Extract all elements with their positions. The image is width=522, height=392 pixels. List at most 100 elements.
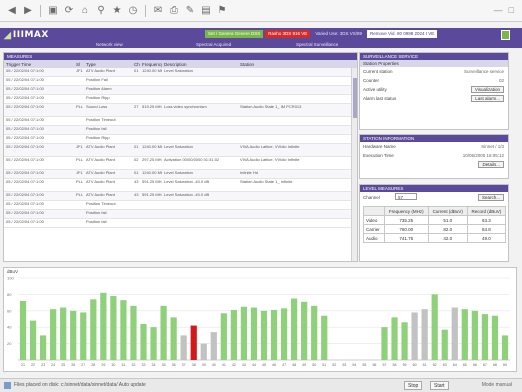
nav-network-view[interactable]: Network view: [96, 42, 123, 47]
bar-ch-43[interactable]: [240, 306, 248, 360]
event-row[interactable]: 05 / 22/02/04 07:1:00 JF1 ATV Audio Plant 0…: [4, 144, 357, 157]
bar-ch-62[interactable]: [431, 294, 438, 360]
bar-ch-26[interactable]: [70, 310, 77, 360]
bar-ch-58[interactable]: [391, 317, 398, 360]
details-button[interactable]: Details...: [478, 161, 504, 168]
bar-ch-21[interactable]: [19, 300, 27, 360]
events-scrollbar[interactable]: [351, 68, 357, 261]
bar-ch-64[interactable]: [451, 307, 458, 360]
event-row[interactable]: 05 / 22/02/04 07:1:00 PLL Sound Loss 27 519.…: [4, 104, 357, 117]
bar-ch-48[interactable]: [291, 298, 298, 361]
search-icon[interactable]: ⚲: [95, 5, 107, 17]
event-row[interactable]: 05 / 22/02/04 07:1:00 Position Fail: [4, 77, 357, 86]
bar-ch-23[interactable]: [39, 335, 47, 360]
bar-ch-22[interactable]: [29, 320, 37, 360]
station-info-title: STATION INFORMATION: [360, 135, 508, 142]
col-frequency[interactable]: Frequency: [140, 62, 162, 67]
nav-spectral-surveillance[interactable]: Spectral Surveillance: [296, 42, 338, 47]
bar-ch-27[interactable]: [80, 312, 87, 360]
favorites-icon[interactable]: ★: [111, 5, 123, 17]
bar-ch-67[interactable]: [481, 314, 489, 360]
bar-ch-60[interactable]: [411, 312, 418, 360]
event-row[interactable]: 05 / 22/02/04 07:1:00 Position fail: [4, 210, 357, 219]
bar-ch-42[interactable]: [230, 309, 237, 360]
event-cell: 05 / 22/02/04 07:1:00: [6, 77, 44, 82]
bar-ch-68[interactable]: [491, 315, 499, 360]
discuss-icon[interactable]: ▤: [200, 5, 212, 17]
bar-ch-47[interactable]: [280, 308, 288, 360]
bar-ch-51[interactable]: [321, 315, 328, 360]
minimize-icon[interactable]: —: [494, 5, 503, 15]
bar-ch-33[interactable]: [140, 323, 147, 360]
bar-ch-30[interactable]: [110, 296, 117, 360]
x-tick-label: 29: [101, 363, 105, 367]
bar-ch-63[interactable]: [441, 329, 448, 360]
event-row[interactable]: 05 / 22/02/04 07:1:00 JF1 ATV Audio Plant 0…: [4, 68, 357, 77]
home-icon[interactable]: ⌂: [79, 5, 91, 17]
x-tick-label: 28: [91, 363, 95, 367]
bar-ch-61[interactable]: [421, 309, 428, 360]
bar-ch-69[interactable]: [501, 335, 509, 360]
y-tick-label: 20: [7, 341, 12, 346]
col-type[interactable]: Type: [84, 62, 132, 67]
bar-ch-66[interactable]: [471, 310, 478, 360]
event-row[interactable]: 05 / 22/02/04 07:1:00 JF1 ATV Audio Plant 0…: [4, 170, 357, 179]
event-row[interactable]: 05 / 22/02/04 07:1:00 PLL ATV Audio Plant 4…: [4, 192, 357, 201]
bar-ch-49[interactable]: [301, 301, 308, 360]
event-row[interactable]: 05 / 22/02/04 07:1:00 Position Ripp: [4, 135, 357, 144]
refresh-icon[interactable]: ⟳: [63, 5, 75, 17]
event-row[interactable]: 05 / 22/02/04 07:1:00 Position Ripp: [4, 95, 357, 104]
stop-button[interactable]: Stop: [404, 381, 423, 390]
bar-ch-32[interactable]: [130, 305, 137, 360]
mail-icon[interactable]: ✉: [152, 5, 164, 17]
edit-icon[interactable]: ✎: [184, 5, 196, 17]
bar-ch-44[interactable]: [250, 307, 258, 360]
bar-ch-37[interactable]: [180, 335, 187, 360]
bar-ch-40[interactable]: [210, 332, 217, 360]
back-icon[interactable]: ◀: [6, 5, 18, 17]
bar-ch-57[interactable]: [381, 327, 388, 360]
visualization-button[interactable]: Visualization: [470, 86, 504, 93]
search-button[interactable]: Search...: [477, 194, 504, 201]
bar-ch-29[interactable]: [100, 292, 107, 360]
messenger-icon[interactable]: ⚑: [216, 5, 228, 17]
event-row[interactable]: 05 / 22/02/04 07:1:00 Position Timeout: [4, 117, 357, 126]
bar-ch-38[interactable]: [190, 325, 197, 360]
forward-icon[interactable]: ▶: [22, 5, 34, 17]
bar-ch-25[interactable]: [60, 307, 67, 360]
print-icon[interactable]: ⎙: [168, 5, 180, 17]
col-trigger-time[interactable]: Trigger Time: [4, 62, 74, 67]
channel-input[interactable]: 57: [395, 193, 418, 200]
event-row[interactable]: 05 / 22/02/04 07:1:00 PLL ATV Audio Plant 4…: [4, 179, 357, 192]
col-ch[interactable]: Ch: [132, 62, 140, 67]
event-row[interactable]: 05 / 22/02/04 07:1:00 Position Alarm: [4, 86, 357, 95]
col-station[interactable]: Station: [238, 62, 348, 67]
stop-icon[interactable]: ▣: [47, 5, 59, 17]
event-row[interactable]: 05 / 22/02/04 07:1:00 PLL ATV Audio Plant 0…: [4, 157, 357, 170]
bar-ch-45[interactable]: [260, 310, 268, 360]
col-description[interactable]: Description: [162, 62, 238, 67]
nav-spectral-acquired[interactable]: Spectral Acquired: [196, 42, 231, 47]
bar-ch-59[interactable]: [401, 322, 408, 360]
bar-ch-34[interactable]: [150, 327, 157, 360]
last-alarm-button[interactable]: Last alarm...: [471, 95, 504, 102]
bar-ch-35[interactable]: [160, 305, 167, 360]
event-row[interactable]: 05 / 22/02/04 07:1:00 Position Timeout: [4, 201, 357, 210]
config-icon[interactable]: [501, 30, 510, 40]
bar-ch-46[interactable]: [270, 309, 278, 360]
event-row[interactable]: 05 / 22/02/04 07:1:00 Position fail: [4, 219, 357, 228]
maximize-icon[interactable]: □: [509, 5, 514, 15]
bar-ch-36[interactable]: [170, 317, 177, 360]
history-icon[interactable]: ◷: [127, 5, 139, 17]
bar-ch-50[interactable]: [311, 305, 318, 360]
start-button[interactable]: Start: [430, 381, 449, 390]
bar-ch-65[interactable]: [461, 309, 468, 360]
bar-ch-28[interactable]: [90, 299, 97, 360]
bar-ch-39[interactable]: [200, 343, 207, 360]
bar-ch-24[interactable]: [50, 309, 57, 360]
event-row[interactable]: 05 / 22/02/04 07:1:00 Position fail: [4, 126, 357, 135]
bar-ch-41[interactable]: [220, 313, 227, 360]
bar-ch-31[interactable]: [120, 300, 127, 360]
col-sl[interactable]: Sl: [74, 62, 84, 67]
scroll-thumb[interactable]: [353, 78, 357, 118]
